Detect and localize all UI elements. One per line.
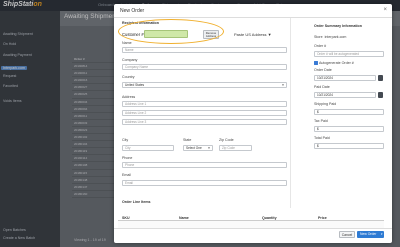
order-date-input[interactable]: 10/21/2024 <box>314 75 376 81</box>
order-date-label: Order Date <box>314 68 332 72</box>
dialog-title: New Order <box>120 8 145 14</box>
country-select[interactable]: United States ▼ <box>122 82 287 88</box>
divider <box>114 17 392 18</box>
new-order-dialog: New Order × Recipient Information Custom… <box>114 4 392 243</box>
column-name: Name <box>179 215 189 220</box>
tax-paid-input[interactable]: $ <box>314 126 384 132</box>
new-order-label: New Order <box>360 232 377 236</box>
calendar-icon[interactable] <box>378 92 383 98</box>
state-value: Select One <box>186 146 202 150</box>
address-line-1-input[interactable]: Address Line 1 <box>122 101 287 107</box>
column-quantity: Quantity <box>262 215 277 220</box>
summary-heading: Order Summary Information <box>314 24 362 28</box>
zip-input[interactable]: Zip Code <box>219 145 252 151</box>
autogenerate-checkbox[interactable] <box>314 61 318 65</box>
divider <box>114 228 392 229</box>
phone-label: Phone <box>122 156 133 160</box>
line-items-header: SKU Name Quantity Price <box>118 214 384 221</box>
paste-address-label: Paste US Address <box>234 32 267 37</box>
order-number-input[interactable]: Order # will be autogenerated <box>314 51 384 57</box>
city-input[interactable]: City <box>122 145 174 151</box>
address-line-2-input[interactable]: Address Line 2 <box>122 110 287 116</box>
total-paid-input[interactable]: $ <box>314 143 384 149</box>
column-price: Price <box>318 215 327 220</box>
email-input[interactable]: Email <box>122 180 287 186</box>
shipping-paid-input[interactable]: $ <box>314 109 384 115</box>
close-icon[interactable]: × <box>383 7 387 13</box>
country-value: United States <box>125 83 145 87</box>
country-label: Country <box>122 75 135 79</box>
new-order-button[interactable]: New Order ▾ <box>357 231 384 238</box>
autogenerate-label: Autogenerate Order # <box>319 61 354 65</box>
state-label: State <box>183 138 192 142</box>
city-label: City <box>122 138 129 142</box>
tax-paid-label: Tax Paid <box>314 119 328 123</box>
company-input[interactable]: Company Name <box>122 64 287 70</box>
column-sku: SKU <box>122 215 130 220</box>
address-line-3-input[interactable]: Address Line 3 <box>122 119 287 125</box>
total-paid-label: Total Paid <box>314 136 330 140</box>
chevron-down-icon: ▼ <box>207 146 211 150</box>
chevron-down-icon: ▼ <box>281 83 285 87</box>
phone-input[interactable]: Phone <box>122 162 287 168</box>
chevron-down-icon[interactable]: ▾ <box>381 231 383 238</box>
order-number-label: Order # <box>314 44 327 48</box>
address-label: Address <box>122 95 136 99</box>
calendar-icon[interactable] <box>378 75 383 81</box>
company-label: Company <box>122 58 138 62</box>
email-label: Email <box>122 173 131 177</box>
cancel-button[interactable]: Cancel <box>339 231 355 238</box>
line-items-heading: Order Line Items <box>122 200 151 204</box>
store-value: interpark.com <box>324 35 347 39</box>
chevron-down-icon: ▼ <box>267 32 272 37</box>
state-select[interactable]: Select One ▼ <box>183 145 213 151</box>
store-label: Store <box>314 35 323 39</box>
store-row: Store interpark.com <box>314 35 346 39</box>
paid-date-input[interactable]: 10/21/2024 <box>314 92 376 98</box>
name-input[interactable]: Name <box>122 47 287 53</box>
name-label: Name <box>122 41 132 45</box>
paste-address-link[interactable]: Paste US Address ▼ <box>234 32 272 37</box>
paid-date-label: Paid Date <box>314 85 330 89</box>
zip-label: Zip Code <box>219 138 234 142</box>
highlight-annotation <box>118 19 224 44</box>
column-divider <box>290 18 291 208</box>
shipping-paid-label: Shipping Paid <box>314 102 337 106</box>
